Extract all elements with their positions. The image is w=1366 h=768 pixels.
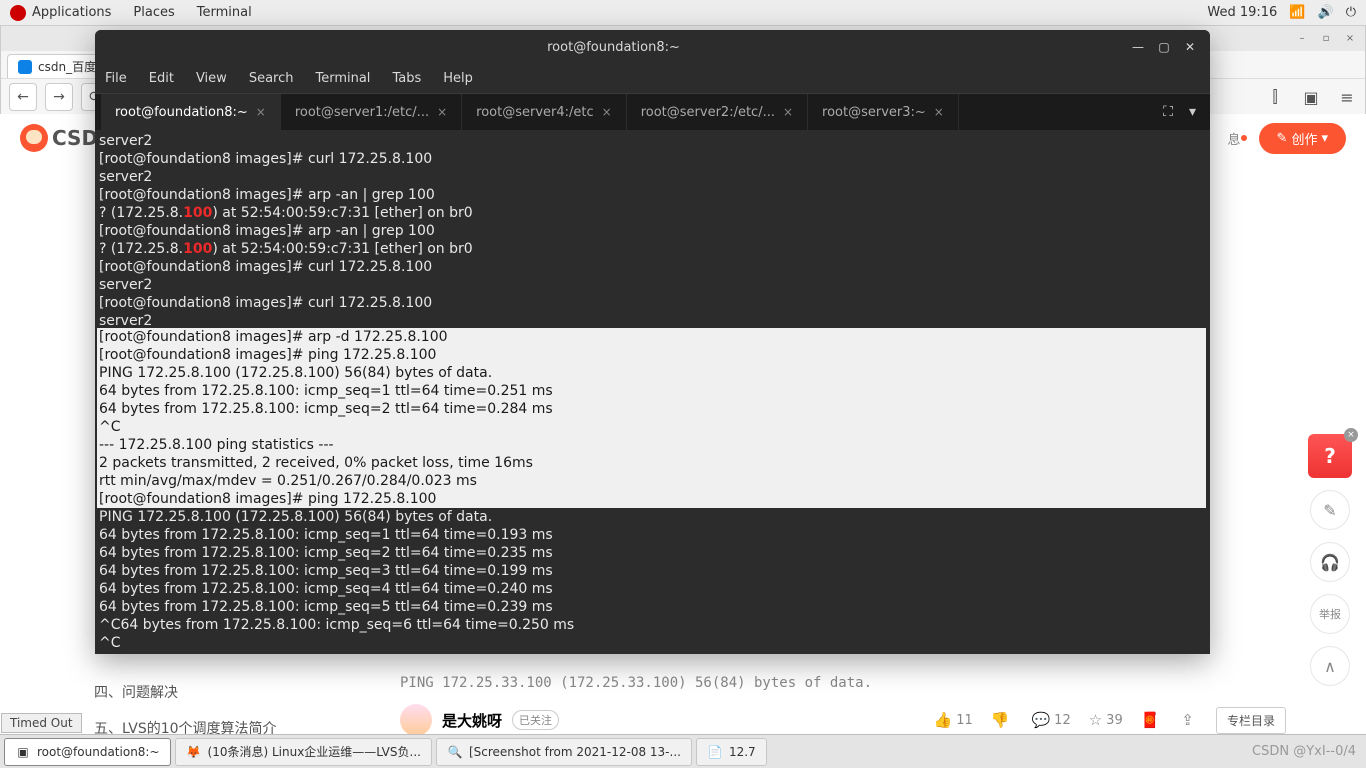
app-icon: 🔍 xyxy=(447,744,463,760)
close-icon[interactable]: × xyxy=(1344,428,1358,442)
clock[interactable]: Wed 19:16 xyxy=(1207,5,1277,20)
redhat-icon xyxy=(10,5,26,21)
gift-icon: 🧧 xyxy=(1141,711,1160,729)
terminal-tab[interactable]: root@server3:~ × xyxy=(808,94,959,130)
edit-rail-button[interactable]: ✎ xyxy=(1310,490,1350,530)
task-label: root@foundation8:~ xyxy=(37,745,160,759)
tab-label: root@server1:/etc/... xyxy=(295,105,429,120)
menu-edit[interactable]: Edit xyxy=(149,71,174,86)
thumbsdown-icon: 👎 xyxy=(991,711,1010,729)
close-icon[interactable]: × xyxy=(1343,32,1357,46)
close-icon[interactable]: × xyxy=(437,105,447,119)
broadcast-icon[interactable]: ⛶ xyxy=(1155,94,1181,130)
avatar-icon[interactable] xyxy=(400,704,432,736)
terminal-tab[interactable]: root@server1:/etc/... × xyxy=(281,94,462,130)
terminal-tabstrip: root@foundation8:~×root@server1:/etc/...… xyxy=(95,94,1210,130)
csdn-logo[interactable]: CSDI xyxy=(20,124,106,152)
star-stat[interactable]: ☆39 xyxy=(1089,711,1123,729)
dislike-stat[interactable]: 👎 xyxy=(991,711,1014,729)
menu-tabs[interactable]: Tabs xyxy=(392,71,421,86)
code-peek: PING 172.25.33.100 (172.25.33.100) 56(84… xyxy=(400,674,1286,692)
status-timed-out: Timed Out xyxy=(1,713,82,733)
task-button[interactable]: 🔍 [Screenshot from 2021-12-08 13-... xyxy=(436,738,692,766)
task-button[interactable]: ▣ root@foundation8:~ xyxy=(4,738,171,766)
menu-file[interactable]: File xyxy=(105,71,127,86)
minimize-icon[interactable]: — xyxy=(1128,37,1148,57)
toc-item[interactable]: 四、问题解决 xyxy=(74,674,374,710)
back-button[interactable]: ← xyxy=(9,83,37,111)
app-icon: 🦊 xyxy=(186,744,202,760)
maximize-icon[interactable]: ▢ xyxy=(1154,37,1174,57)
sidebar-icon[interactable]: ▣ xyxy=(1301,87,1321,107)
support-rail-button[interactable]: 🎧 xyxy=(1310,542,1350,582)
tab-label: root@server2:/etc/... xyxy=(641,105,775,120)
hamburger-icon[interactable]: ≡ xyxy=(1337,87,1357,107)
close-icon[interactable]: × xyxy=(934,105,944,119)
menu-help[interactable]: Help xyxy=(443,71,473,86)
like-stat[interactable]: 👍11 xyxy=(934,711,973,729)
favicon-icon xyxy=(18,60,32,74)
places-menu[interactable]: Places xyxy=(133,5,174,20)
terminal-title: root@foundation8:~ xyxy=(105,40,1122,55)
power-icon[interactable]: ⏻ xyxy=(1346,5,1356,20)
close-icon[interactable]: ✕ xyxy=(1180,37,1200,57)
task-label: [Screenshot from 2021-12-08 13-... xyxy=(469,745,681,759)
tab-label: root@server3:~ xyxy=(822,105,926,120)
gnome-top-bar: Applications Places Terminal Wed 19:16 📶… xyxy=(0,0,1366,25)
task-button[interactable]: 🦊 (10条消息) Linux企业运维——LVS负... xyxy=(175,738,432,766)
close-icon[interactable]: × xyxy=(602,105,612,119)
tab-label: root@foundation8:~ xyxy=(115,105,248,120)
wifi-icon[interactable]: 📶 xyxy=(1289,5,1305,20)
monkey-icon xyxy=(20,124,48,152)
terminal-tab[interactable]: root@server2:/etc/... × xyxy=(627,94,808,130)
terminal-window: root@foundation8:~ — ▢ ✕ File Edit View … xyxy=(95,30,1210,654)
report-rail-button[interactable]: 举报 xyxy=(1310,594,1350,634)
message-label[interactable]: 息 xyxy=(1228,129,1241,148)
menu-search[interactable]: Search xyxy=(249,71,294,86)
maximize-icon[interactable]: ▫ xyxy=(1319,32,1333,46)
terminal-menu[interactable]: Terminal xyxy=(197,5,252,20)
scroll-top-button[interactable]: ∧ xyxy=(1310,646,1350,686)
tab-label: root@server4:/etc xyxy=(476,105,594,120)
close-icon[interactable]: × xyxy=(783,105,793,119)
column-toc-button[interactable]: 专栏目录 xyxy=(1216,707,1286,734)
task-label: 12.7 xyxy=(729,745,756,759)
close-icon[interactable]: × xyxy=(256,105,266,119)
task-label: (10条消息) Linux企业运维——LVS负... xyxy=(208,743,421,760)
notification-dot-icon xyxy=(1241,135,1247,141)
volume-icon[interactable]: 🔊 xyxy=(1318,5,1334,20)
forward-button[interactable]: → xyxy=(45,83,73,111)
comment-stat[interactable]: 💬12 xyxy=(1031,711,1070,729)
tab-label: csdn_百度 xyxy=(38,58,96,75)
watermark: CSDN @YxI--0/4 xyxy=(1252,744,1356,759)
right-rail: × ✎ 🎧 举报 ∧ xyxy=(1308,434,1352,686)
star-icon: ☆ xyxy=(1089,711,1102,729)
terminal-titlebar[interactable]: root@foundation8:~ — ▢ ✕ xyxy=(95,30,1210,64)
menu-terminal[interactable]: Terminal xyxy=(315,71,370,86)
selection-block: [root@foundation8 images]# arp -d 172.25… xyxy=(97,328,1206,508)
library-icon[interactable]: ⫿ xyxy=(1265,87,1285,107)
task-button[interactable]: 📄 12.7 xyxy=(696,738,767,766)
comment-icon: 💬 xyxy=(1031,711,1050,729)
chevron-down-icon[interactable]: ▾ xyxy=(1181,94,1204,130)
reward-button[interactable]: 🧧 xyxy=(1141,711,1164,729)
share-button[interactable]: ⇪ xyxy=(1181,711,1198,729)
menu-view[interactable]: View xyxy=(196,71,227,86)
terminal-tab[interactable]: root@foundation8:~ × xyxy=(101,94,281,130)
promo-gift-icon[interactable]: × xyxy=(1308,434,1352,478)
terminal-menubar: File Edit View Search Terminal Tabs Help xyxy=(95,64,1210,94)
terminal-tab[interactable]: root@server4:/etc × xyxy=(462,94,627,130)
share-icon: ⇪ xyxy=(1181,711,1194,729)
applications-menu[interactable]: Applications xyxy=(32,5,111,20)
taskbar: ▣ root@foundation8:~ 🦊 (10条消息) Linux企业运维——L… xyxy=(0,734,1366,768)
minimize-icon[interactable]: – xyxy=(1295,32,1309,46)
thumbsup-icon: 👍 xyxy=(934,711,953,729)
article-snippet: PING 172.25.33.100 (172.25.33.100) 56(84… xyxy=(400,674,1286,742)
follow-badge[interactable]: 已关注 xyxy=(512,710,559,730)
author-name[interactable]: 是大姚呀 xyxy=(442,710,502,731)
create-button[interactable]: 创作▾ xyxy=(1259,123,1346,154)
terminal-output[interactable]: server2[root@foundation8 images]# curl 1… xyxy=(95,130,1210,654)
app-icon: ▣ xyxy=(15,744,31,760)
app-icon: 📄 xyxy=(707,744,723,760)
